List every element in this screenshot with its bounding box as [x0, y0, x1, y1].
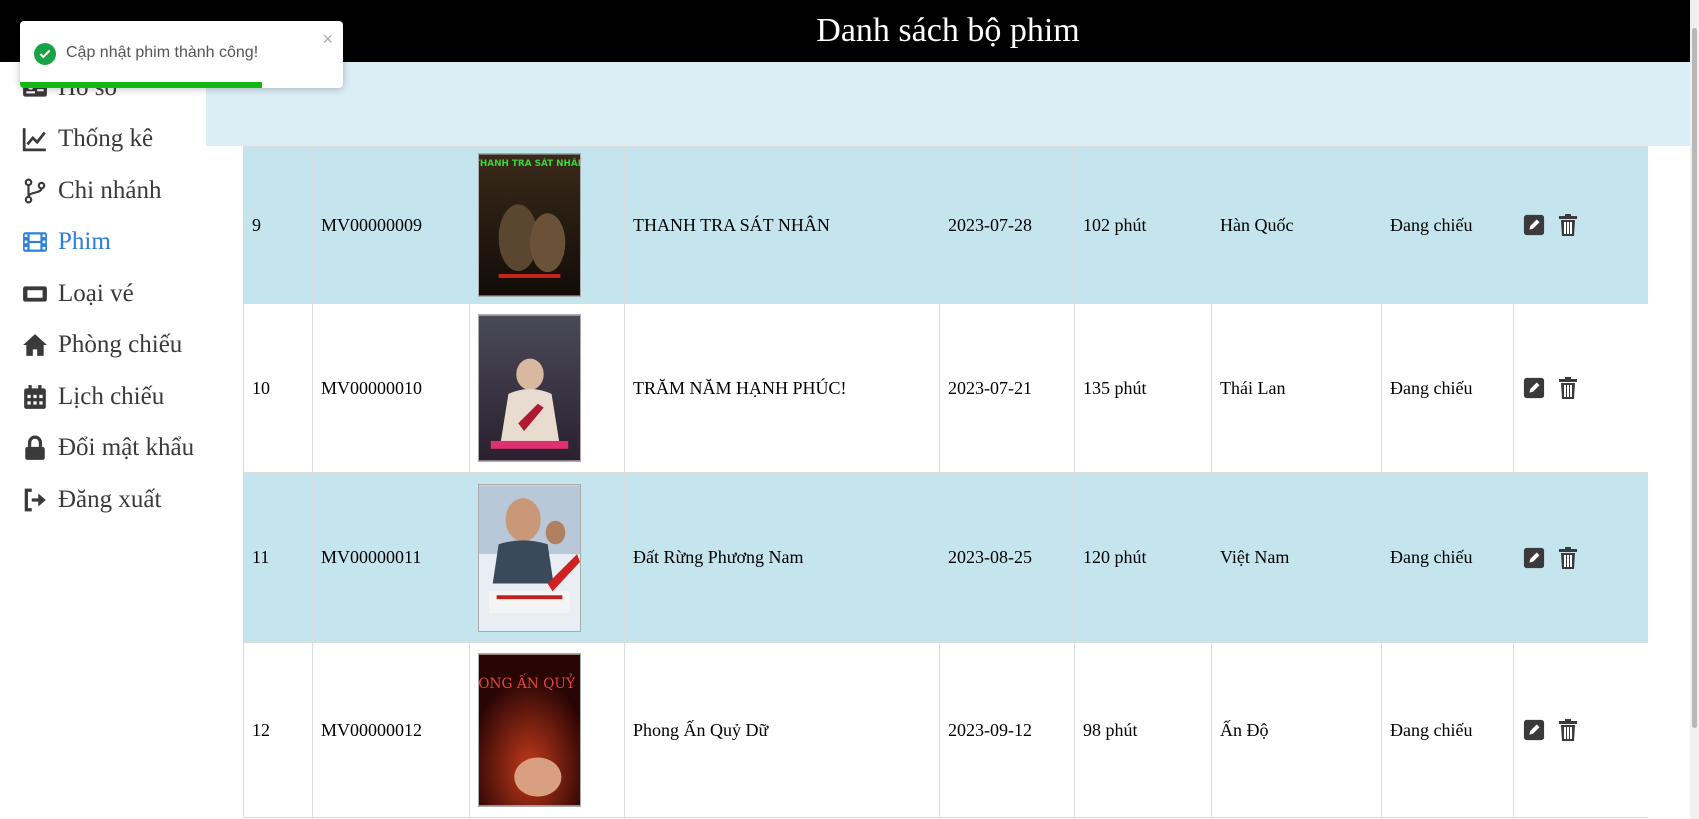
- movie-release-date: 2023-07-28: [939, 146, 1075, 304]
- sidebar-item-label: Chi nhánh: [58, 177, 162, 204]
- movie-poster: THANH TRA SÁT NHÂN: [478, 153, 581, 297]
- trash-icon[interactable]: [1556, 213, 1580, 237]
- filter-band: [206, 62, 1690, 146]
- movie-country: Việt Nam: [1211, 472, 1382, 643]
- page-scrollbar[interactable]: [1690, 0, 1699, 819]
- movie-status: Đang chiếu: [1381, 303, 1514, 473]
- movie-release-date: 2023-08-25: [939, 472, 1075, 643]
- movie-release-date: 2023-07-21: [939, 303, 1075, 473]
- edit-icon[interactable]: [1522, 546, 1546, 570]
- movie-poster: [478, 314, 581, 462]
- page-header: Danh sách bộ phim: [206, 0, 1690, 62]
- sidebar-item-rooms[interactable]: Phòng chiếu: [20, 325, 182, 365]
- lock-icon: [20, 433, 50, 463]
- table-row[interactable]: 10 MV00000010 TRĂM NĂM HẠNH PHÚC! 2023-0…: [243, 303, 1648, 473]
- movie-country: Hàn Quốc: [1211, 146, 1382, 304]
- movie-status: Đang chiếu: [1381, 146, 1514, 304]
- movie-name: TRĂM NĂM HẠNH PHÚC!: [624, 303, 940, 473]
- check-circle-icon: [34, 43, 56, 65]
- movie-duration: 135 phút: [1074, 303, 1212, 473]
- poster-title: THANH TRA SÁT NHÂN: [478, 157, 581, 169]
- table-row[interactable]: 11 MV00000011 Đất Rừng Phương Nam 2023-0…: [243, 472, 1648, 643]
- movie-release-date: 2023-09-12: [939, 642, 1075, 818]
- sidebar-item-movies[interactable]: Phim: [20, 222, 111, 262]
- sidebar-item-schedule[interactable]: Lịch chiếu: [20, 377, 164, 417]
- edit-icon[interactable]: [1522, 718, 1546, 742]
- calendar-icon: [20, 382, 50, 412]
- movie-country: Thái Lan: [1211, 303, 1382, 473]
- sidebar-item-ticket-types[interactable]: Loại vé: [20, 274, 134, 314]
- poster-title: PHONG ẤN QUỶ DỮ: [478, 674, 581, 692]
- movie-poster-cell: THANH TRA SÁT NHÂN: [469, 146, 625, 304]
- movie-stt: 10: [243, 303, 313, 473]
- sidebar-item-branches[interactable]: Chi nhánh: [20, 171, 161, 211]
- sidebar-item-label: Phim: [58, 228, 111, 255]
- close-icon[interactable]: ×: [322, 29, 333, 50]
- table-row[interactable]: 12 MV00000012 PHONG ẤN QUỶ DỮ Phong Ấn Q…: [243, 642, 1648, 818]
- movie-poster-cell: [469, 303, 625, 473]
- ticket-icon: [20, 279, 50, 309]
- sidebar-item-logout[interactable]: Đăng xuất: [20, 480, 161, 520]
- movie-stt: 12: [243, 642, 313, 818]
- sidebar-item-label: Đăng xuất: [58, 486, 162, 513]
- code-branch-icon: [20, 176, 50, 206]
- movie-code: MV00000009: [312, 146, 470, 304]
- toast-progress-bar: [20, 82, 263, 88]
- edit-icon[interactable]: [1522, 213, 1546, 237]
- movie-stt: 9: [243, 146, 313, 304]
- movie-name: THANH TRA SÁT NHÂN: [624, 146, 940, 304]
- sidebar-item-label: Đổi mật khẩu: [58, 434, 195, 461]
- movie-poster-cell: PHONG ẤN QUỶ DỮ: [469, 642, 625, 818]
- trash-icon[interactable]: [1556, 376, 1580, 400]
- movie-code: MV00000012: [312, 642, 470, 818]
- movie-poster-cell: [469, 472, 625, 643]
- movie-status: Đang chiếu: [1381, 472, 1514, 643]
- scrollbar-thumb[interactable]: [1692, 28, 1697, 728]
- movie-actions: [1513, 642, 1648, 818]
- toast-notification: Cập nhật phim thành công! ×: [20, 21, 343, 88]
- sign-out-icon: [20, 485, 50, 515]
- movie-duration: 120 phút: [1074, 472, 1212, 643]
- sidebar-item-label: Loại vé: [58, 280, 134, 307]
- movie-code: MV00000011: [312, 472, 470, 643]
- page-title: Danh sách bộ phim: [816, 12, 1080, 49]
- movie-actions: [1513, 472, 1648, 643]
- movie-stt: 11: [243, 472, 313, 643]
- sidebar-item-statistics[interactable]: Thống kê: [20, 119, 153, 159]
- movie-duration: 98 phút: [1074, 642, 1212, 818]
- movie-code: MV00000010: [312, 303, 470, 473]
- movie-table: 9 MV00000009 THANH TRA SÁT NHÂN THANH TR…: [243, 146, 1648, 818]
- movie-status: Đang chiếu: [1381, 642, 1514, 818]
- sidebar-item-change-password[interactable]: Đổi mật khẩu: [20, 428, 194, 468]
- trash-icon[interactable]: [1556, 718, 1580, 742]
- film-icon: [20, 227, 50, 257]
- movie-poster: PHONG ẤN QUỶ DỮ: [478, 653, 581, 807]
- edit-icon[interactable]: [1522, 376, 1546, 400]
- line-chart-icon: [20, 124, 50, 154]
- sidebar-item-label: Phòng chiếu: [58, 331, 183, 358]
- sidebar: Hồ sơ Thống kê Chi nhánh Phim Loại vé: [0, 0, 206, 819]
- movie-table-wrapper: 9 MV00000009 THANH TRA SÁT NHÂN THANH TR…: [243, 146, 1648, 819]
- movie-name: Đất Rừng Phương Nam: [624, 472, 940, 643]
- sidebar-item-label: Lịch chiếu: [58, 383, 165, 410]
- toast-message: Cập nhật phim thành công!: [66, 44, 259, 61]
- sidebar-item-label: Thống kê: [58, 125, 154, 152]
- movie-country: Ấn Độ: [1211, 642, 1382, 818]
- movie-poster: [478, 483, 581, 632]
- home-icon: [20, 330, 50, 360]
- table-row[interactable]: 9 MV00000009 THANH TRA SÁT NHÂN THANH TR…: [243, 146, 1648, 304]
- movie-actions: [1513, 303, 1648, 473]
- movie-duration: 102 phút: [1074, 146, 1212, 304]
- movie-actions: [1513, 146, 1648, 304]
- movie-name: Phong Ấn Quỷ Dữ: [624, 642, 940, 818]
- trash-icon[interactable]: [1556, 546, 1580, 570]
